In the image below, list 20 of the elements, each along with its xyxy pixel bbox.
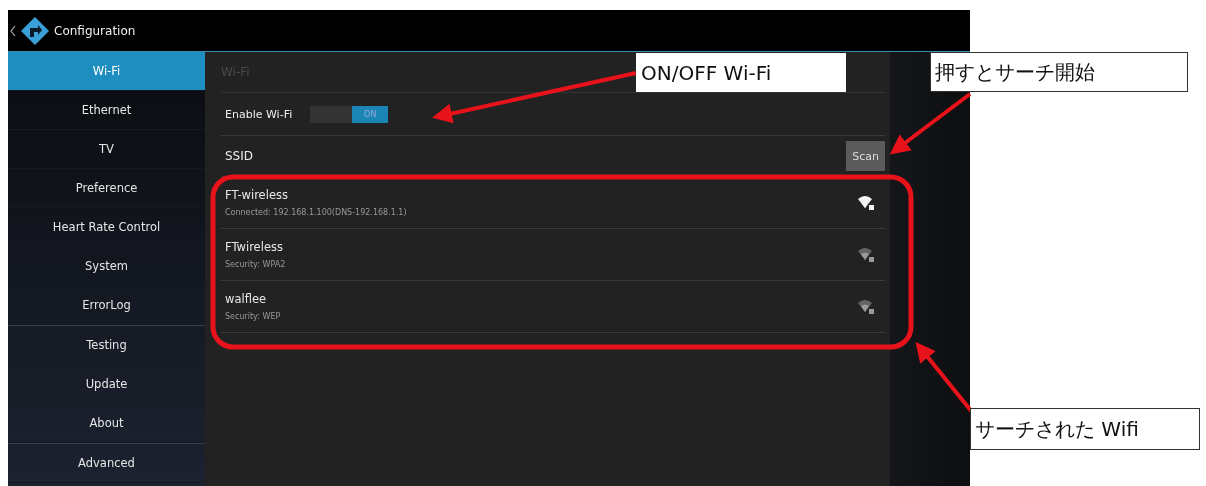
toggle-label: ON: [364, 109, 377, 119]
callout-label: サーチされた Wifi: [970, 408, 1200, 450]
network-detail: Security: WPA2: [225, 260, 286, 269]
logo-icon: [20, 15, 50, 46]
network-item[interactable]: FT-wireless Connected: 192.168.1.100(DNS-192.168.1.1): [221, 177, 885, 229]
network-detail: Connected: 192.168.1.100(DNS-192.168.1.1): [225, 208, 407, 217]
network-name: FT-wireless: [225, 188, 289, 202]
back-icon[interactable]: [10, 24, 16, 37]
scan-button[interactable]: Scan: [846, 141, 885, 171]
network-detail: Security: WEP: [225, 312, 281, 321]
window-title: Configuration: [54, 23, 136, 38]
sidebar-item[interactable]: Wi-Fi: [8, 52, 205, 91]
callout-label: 押すとサーチ開始: [930, 52, 1188, 92]
setting-label: Enable Wi-Fi: [225, 107, 293, 121]
network-name: walflee: [225, 292, 268, 306]
network-item[interactable]: FTwireless Security: WPA2: [221, 229, 885, 281]
network-item[interactable]: walflee Security: WEP: [221, 281, 885, 333]
callout-label: ON/OFF Wi-Fi: [636, 53, 846, 92]
ssid-label: SSID: [225, 149, 253, 163]
network-name: FTwireless: [225, 240, 284, 254]
